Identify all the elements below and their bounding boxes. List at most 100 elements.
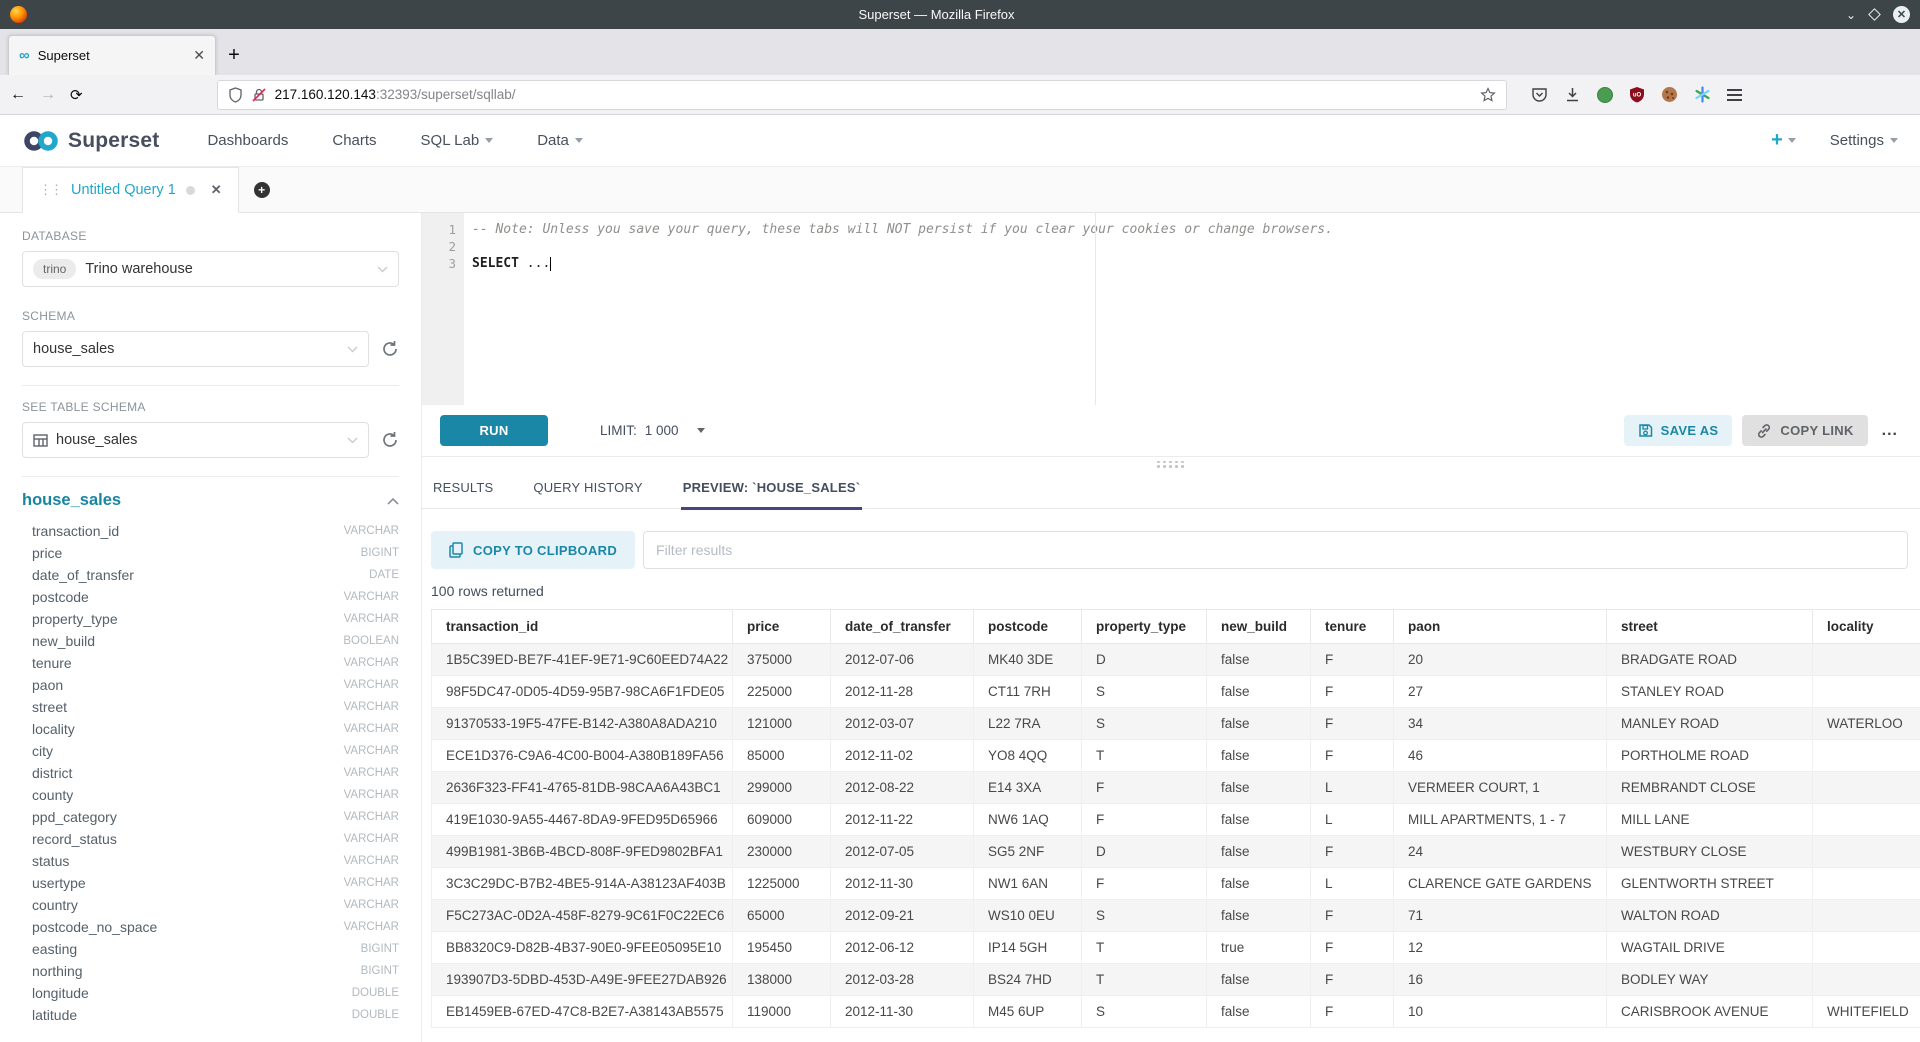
filter-results-input[interactable]	[643, 531, 1908, 569]
nav-sql-lab[interactable]: SQL Lab	[421, 132, 494, 149]
results-column-header[interactable]: paon	[1394, 610, 1607, 644]
query-tab-title: Untitled Query 1	[71, 182, 176, 198]
table-row[interactable]: 2636F323-FF41-4765-81DB-98CAA6A43BC12990…	[432, 772, 1920, 804]
table-row[interactable]: F5C273AC-0D2A-458F-8279-9C61F0C22EC66500…	[432, 900, 1920, 932]
new-item-button[interactable]: +	[1771, 129, 1796, 152]
schema-column-row[interactable]: districtVARCHAR	[22, 762, 399, 784]
schema-column-row[interactable]: eastingBIGINT	[22, 938, 399, 960]
schema-column-row[interactable]: cityVARCHAR	[22, 740, 399, 762]
reload-button[interactable]: ⟳	[70, 86, 83, 104]
table-row[interactable]: 3C3C29DC-B7B2-4BE5-914A-A38123AF403B1225…	[432, 868, 1920, 900]
schema-column-row[interactable]: countryVARCHAR	[22, 894, 399, 916]
results-column-header[interactable]: postcode	[974, 610, 1082, 644]
schema-column-row[interactable]: postcode_no_spaceVARCHAR	[22, 916, 399, 938]
nav-charts[interactable]: Charts	[332, 132, 376, 149]
tab-query-history[interactable]: QUERY HISTORY	[531, 480, 644, 510]
schema-column-row[interactable]: ppd_categoryVARCHAR	[22, 806, 399, 828]
chevron-down-icon	[697, 428, 705, 433]
table-row[interactable]: ECE1D376-C9A6-4C00-B004-A380B189FA568500…	[432, 740, 1920, 772]
schema-column-row[interactable]: paonVARCHAR	[22, 674, 399, 696]
cookie-extension-icon[interactable]	[1661, 86, 1678, 103]
nav-dashboards[interactable]: Dashboards	[207, 132, 288, 149]
window-minimize-icon[interactable]: ⌄	[1846, 9, 1856, 21]
more-options-button[interactable]: ...	[1878, 422, 1902, 440]
schema-column-row[interactable]: new_buildBOOLEAN	[22, 630, 399, 652]
downloads-icon[interactable]	[1564, 86, 1581, 103]
schema-column-row[interactable]: longitudeDOUBLE	[22, 982, 399, 1004]
schema-column-row[interactable]: latitudeDOUBLE	[22, 1004, 399, 1026]
bookmark-star-icon[interactable]	[1480, 87, 1496, 103]
results-column-header[interactable]: price	[733, 610, 831, 644]
pocket-icon[interactable]	[1531, 86, 1548, 103]
limit-dropdown[interactable]: LIMIT: 1 000	[600, 423, 705, 438]
database-select[interactable]: trino Trino warehouse	[22, 251, 399, 287]
results-column-header[interactable]: street	[1607, 610, 1813, 644]
results-column-header[interactable]: new_build	[1207, 610, 1311, 644]
table-row[interactable]: 419E1030-9A55-4467-8DA9-9FED95D659666090…	[432, 804, 1920, 836]
results-column-header[interactable]: property_type	[1082, 610, 1207, 644]
lock-insecure-icon[interactable]	[252, 87, 266, 103]
drag-handle-icon[interactable]: ⋮⋮	[39, 182, 61, 198]
copy-to-clipboard-button[interactable]: COPY TO CLIPBOARD	[431, 531, 635, 569]
copy-link-button[interactable]: COPY LINK	[1742, 415, 1867, 446]
tab-preview-house-sales[interactable]: PREVIEW: `HOUSE_SALES`	[681, 480, 863, 510]
browser-tab[interactable]: ∞ Superset ✕	[8, 35, 216, 75]
shield-icon[interactable]	[228, 87, 243, 103]
schema-column-row[interactable]: transaction_idVARCHAR	[22, 520, 399, 542]
table-title[interactable]: house_sales	[22, 491, 121, 510]
results-column-header[interactable]: tenure	[1311, 610, 1394, 644]
refresh-schema-icon[interactable]	[381, 340, 399, 358]
table-row[interactable]: 98F5DC47-0D05-4D59-95B7-98CA6F1FDE052250…	[432, 676, 1920, 708]
new-tab-button[interactable]: +	[216, 37, 252, 73]
tab-close-icon[interactable]: ✕	[193, 47, 205, 64]
table-cell: 16	[1394, 964, 1607, 996]
extension-green-icon[interactable]	[1597, 87, 1613, 103]
results-column-header[interactable]: date_of_transfer	[831, 610, 974, 644]
table-select[interactable]: house_sales	[22, 422, 369, 458]
table-row[interactable]: BB8320C9-D82B-4B37-90E0-9FEE05095E101954…	[432, 932, 1920, 964]
schema-column-row[interactable]: property_typeVARCHAR	[22, 608, 399, 630]
table-row[interactable]: 1B5C39ED-BE7F-41EF-9E71-9C60EED74A223750…	[432, 644, 1920, 676]
forward-button[interactable]: →	[40, 86, 56, 104]
window-close-icon[interactable]: ✕	[1893, 6, 1910, 23]
url-bar[interactable]: 217.160.120.143:32393/superset/sqllab/	[217, 80, 1507, 110]
schema-column-row[interactable]: countyVARCHAR	[22, 784, 399, 806]
schema-column-row[interactable]: usertypeVARCHAR	[22, 872, 399, 894]
schema-column-row[interactable]: northingBIGINT	[22, 960, 399, 982]
schema-column-row[interactable]: localityVARCHAR	[22, 718, 399, 740]
back-button[interactable]: ←	[10, 86, 26, 104]
schema-column-row[interactable]: record_statusVARCHAR	[22, 828, 399, 850]
new-query-tab-button[interactable]: +	[239, 167, 285, 212]
table-row[interactable]: 193907D3-5DBD-453D-A49E-9FEE27DAB9261380…	[432, 964, 1920, 996]
schema-column-row[interactable]: statusVARCHAR	[22, 850, 399, 872]
nav-data[interactable]: Data	[537, 132, 583, 149]
refresh-table-icon[interactable]	[381, 431, 399, 449]
query-tab-close-icon[interactable]: ✕	[211, 182, 222, 198]
schema-column-row[interactable]: tenureVARCHAR	[22, 652, 399, 674]
settings-menu[interactable]: Settings	[1830, 132, 1898, 149]
window-maximize-icon[interactable]	[1868, 8, 1881, 21]
plus-circle-icon: +	[254, 182, 270, 198]
table-row[interactable]: 499B1981-3B6B-4BCD-808F-9FED9802BFA12300…	[432, 836, 1920, 868]
sql-editor[interactable]: 123 -- Note: Unless you save your query,…	[422, 213, 1920, 405]
schema-select[interactable]: house_sales	[22, 331, 369, 367]
collapse-chevron-up-icon[interactable]	[387, 497, 399, 505]
results-column-header[interactable]: transaction_id	[432, 610, 733, 644]
schema-column-row[interactable]: priceBIGINT	[22, 542, 399, 564]
schema-column-row[interactable]: streetVARCHAR	[22, 696, 399, 718]
table-row[interactable]: EB1459EB-67ED-47C8-B2E7-A38143AB55751190…	[432, 996, 1920, 1028]
url-text[interactable]: 217.160.120.143:32393/superset/sqllab/	[275, 87, 1471, 102]
superset-brand[interactable]: Superset	[22, 129, 159, 153]
schema-column-row[interactable]: postcodeVARCHAR	[22, 586, 399, 608]
run-button[interactable]: RUN	[440, 415, 548, 446]
table-row[interactable]: 91370533-19F5-47FE-B142-A380A8ADA2101210…	[432, 708, 1920, 740]
results-column-header[interactable]: locality	[1813, 610, 1920, 644]
save-as-button[interactable]: SAVE AS	[1624, 415, 1733, 446]
asterisk-extension-icon[interactable]	[1694, 86, 1711, 103]
ublock-origin-icon[interactable]: uO	[1629, 86, 1645, 103]
schema-column-row[interactable]: date_of_transferDATE	[22, 564, 399, 586]
panel-resize-handle[interactable]	[422, 457, 1920, 471]
menu-hamburger-icon[interactable]	[1727, 89, 1742, 101]
tab-results[interactable]: RESULTS	[431, 480, 495, 510]
query-tab-active[interactable]: ⋮⋮ Untitled Query 1 ✕	[22, 167, 239, 213]
